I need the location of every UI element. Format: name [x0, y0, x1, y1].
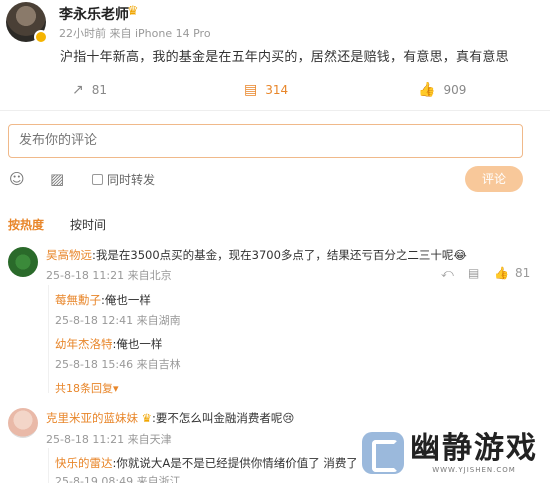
replier-name[interactable]: 莓無勳子	[55, 293, 101, 307]
post-text: 沪指十年新高，我的基金是在五年内买的，居然还是赔钱，有意思，真有意思	[60, 50, 509, 65]
reply-meta: 25-8-19 08:49 来自浙江	[55, 475, 181, 483]
watermark-url: WWW.YJISHEN.COM	[432, 466, 516, 474]
reply-line: 莓無勳子:俺也一样	[55, 292, 151, 308]
comment-text: :我是在3500点买的基金，现在3700多点了，结果还亏百分之二三十呢😂	[92, 248, 467, 262]
author-name[interactable]: 李永乐老师	[59, 4, 129, 24]
commenter-avatar[interactable]	[8, 408, 38, 438]
more-replies-link[interactable]: 共18条回复▾	[55, 380, 119, 396]
site-logo-icon	[362, 432, 404, 474]
image-icon[interactable]: ▨	[50, 170, 64, 188]
verified-badge-icon	[34, 30, 48, 44]
post-meta: 22小时前 来自 iPhone 14 Pro	[59, 27, 211, 40]
thumbs-up-icon: 👍	[494, 266, 509, 280]
like-count: 909	[443, 83, 467, 97]
more-replies-label: 共18条回复	[55, 382, 113, 395]
caret-down-icon: ▾	[113, 382, 119, 395]
repost-button[interactable]: ↗ 81	[72, 82, 107, 98]
comment-meta: 25-8-18 11:21 来自北京	[46, 269, 172, 282]
comment-button[interactable]: ▤ 314	[244, 82, 288, 98]
replier-name[interactable]: 快乐的雷达	[55, 456, 113, 470]
crown-icon: ♛	[141, 411, 152, 425]
comment-meta: 25-8-18 11:21 来自天津	[46, 433, 172, 446]
comment-text: :要不怎么叫金融消费者呢😢	[151, 411, 295, 425]
comment-input[interactable]	[19, 133, 512, 148]
reply-meta: 25-8-18 12:41 来自湖南	[55, 314, 181, 327]
repost-icon: ↗	[72, 82, 84, 98]
reply-text: :俺也一样	[112, 337, 163, 351]
tab-sort-time[interactable]: 按时间	[70, 216, 106, 233]
comment-input-box[interactable]	[8, 124, 523, 158]
thumbs-up-icon: 👍	[418, 82, 436, 98]
comment-reply-icon[interactable]: ▤	[468, 266, 479, 280]
watermark-logo: 幽静游戏 WWW.YJISHEN.COM	[362, 432, 538, 474]
comment-line: 克里米亚的蓝妹妹 ♛:要不怎么叫金融消费者呢😢	[46, 410, 294, 426]
reply-line: 幼年杰洛特:俺也一样	[55, 336, 162, 352]
repost-checkbox[interactable]: 同时转发	[92, 171, 155, 188]
reply-icon[interactable]: ⤺	[441, 266, 454, 281]
tab-sort-hot[interactable]: 按热度	[8, 216, 44, 233]
reply-text: :俺也一样	[101, 293, 151, 307]
reply-text: :你就说大A是不是已经提供你情绪价值了 消费了	[112, 456, 358, 470]
commenter-name[interactable]: 克里米亚的蓝妹妹	[46, 411, 138, 425]
checkbox-icon[interactable]	[92, 174, 103, 185]
emoji-icon[interactable]: ☺	[9, 170, 25, 188]
comment-line: 昊高物远:我是在3500点买的基金，现在3700多点了，结果还亏百分之二三十呢😂	[46, 247, 467, 263]
divider	[0, 110, 550, 111]
reply-line: 快乐的雷达:你就说大A是不是已经提供你情绪价值了 消费了	[55, 455, 358, 471]
comment-like-count: 81	[514, 266, 531, 280]
replier-name[interactable]: 幼年杰洛特	[55, 337, 113, 351]
commenter-name[interactable]: 昊高物远	[46, 248, 92, 262]
like-button[interactable]: 👍 909	[418, 82, 466, 98]
repost-count: 81	[91, 83, 108, 97]
commenter-avatar[interactable]	[8, 247, 38, 277]
crown-icon: ♛	[127, 4, 139, 19]
comment-icon: ▤	[244, 82, 258, 98]
repost-checkbox-label: 同时转发	[107, 173, 156, 187]
reply-meta: 25-8-18 15:46 来自吉林	[55, 358, 181, 371]
send-comment-button[interactable]: 评论	[465, 166, 523, 192]
watermark-text: 幽静游戏	[410, 431, 538, 466]
comment-like-button[interactable]: 👍 81	[494, 266, 530, 280]
comment-count: 314	[265, 83, 289, 97]
